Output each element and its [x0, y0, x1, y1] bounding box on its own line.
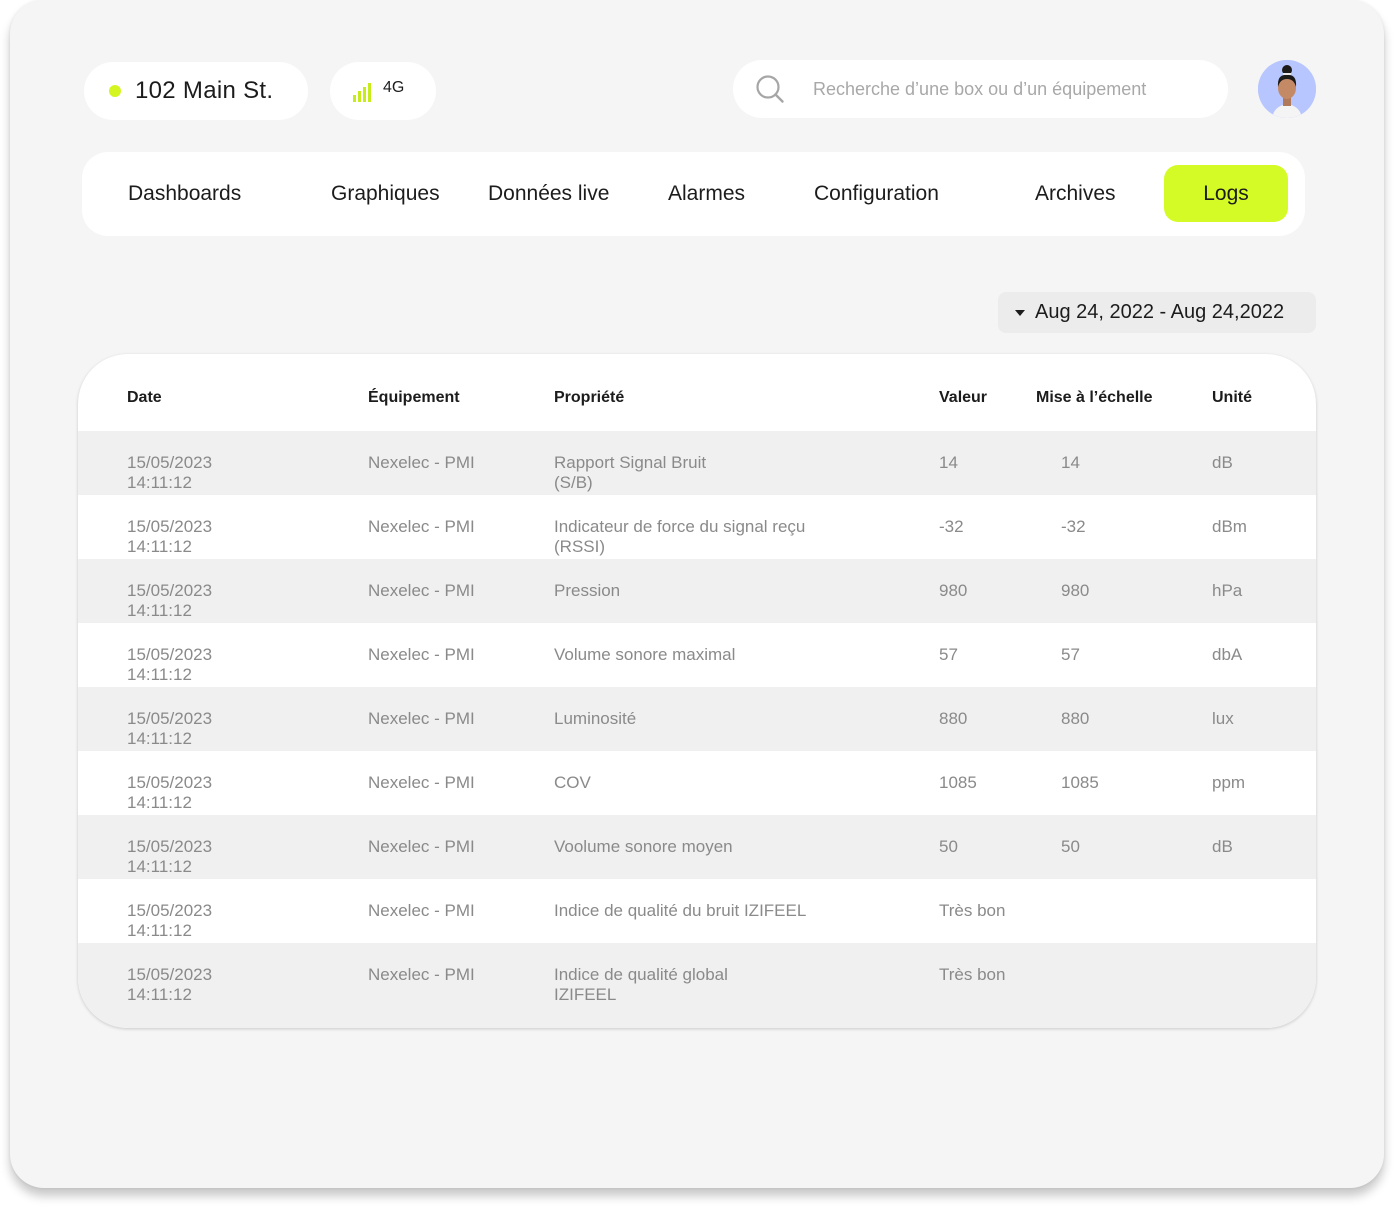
cell-equipment: Nexelec - PMI — [368, 709, 475, 728]
network-status: 4G — [330, 62, 436, 120]
logs-table: Date Équipement Propriété Valeur Mise à … — [78, 354, 1316, 1028]
cell-scaled: 1085 — [1061, 773, 1099, 792]
cell-unit: dbA — [1212, 645, 1243, 664]
cell-value: 980 — [939, 581, 968, 600]
cell-date: 15/05/2023 14:11:12 — [127, 581, 213, 620]
cell-unit: lux — [1212, 709, 1234, 728]
table-row[interactable]: 15/05/2023 14:11:12 Nexelec - PMI Volume… — [78, 623, 1316, 687]
avatar-image — [1258, 60, 1316, 118]
signal-bars-icon — [353, 82, 371, 102]
cell-date: 15/05/2023 14:11:12 — [127, 773, 213, 812]
table-row[interactable]: 15/05/2023 14:11:12 Nexelec - PMI Lumino… — [78, 687, 1316, 751]
column-header-property[interactable]: Propriété — [554, 389, 624, 407]
cell-value: 57 — [939, 645, 958, 664]
cell-scaled: 14 — [1061, 453, 1080, 472]
cell-equipment: Nexelec - PMI — [368, 517, 475, 536]
cell-equipment: Nexelec - PMI — [368, 773, 475, 792]
cell-scaled: 57 — [1061, 645, 1080, 664]
cell-value: Très bon — [939, 901, 1006, 920]
cell-property: COV — [554, 773, 591, 792]
table-row[interactable]: 15/05/2023 14:11:12 Nexelec - PMI Indice… — [78, 943, 1316, 1028]
table-row[interactable]: 15/05/2023 14:11:12 Nexelec - PMI Indica… — [78, 495, 1316, 559]
caret-down-icon — [1015, 309, 1025, 316]
cell-property: Pression — [554, 581, 621, 600]
cell-date: 15/05/2023 14:11:12 — [127, 517, 213, 556]
cell-property: Indicateur de force du signal reçu (RSSI… — [554, 517, 806, 556]
cell-equipment: Nexelec - PMI — [368, 965, 475, 984]
status-dot-icon — [109, 85, 121, 97]
cell-equipment: Nexelec - PMI — [368, 837, 475, 856]
cell-unit: dB — [1212, 837, 1233, 856]
user-avatar[interactable] — [1258, 60, 1316, 118]
cell-value: 50 — [939, 837, 958, 856]
cell-equipment: Nexelec - PMI — [368, 901, 475, 920]
cell-property: Rapport Signal Bruit (S/B) — [554, 453, 707, 492]
cell-date: 15/05/2023 14:11:12 — [127, 453, 213, 492]
cell-date: 15/05/2023 14:11:12 — [127, 709, 213, 748]
column-header-value[interactable]: Valeur — [939, 389, 987, 407]
cell-value: -32 — [939, 517, 964, 536]
cell-property: Indice de qualité du bruit IZIFEEL — [554, 901, 807, 920]
column-header-unit[interactable]: Unité — [1212, 389, 1252, 407]
column-header-date[interactable]: Date — [127, 389, 162, 407]
tab-alarmes[interactable]: Alarmes — [668, 165, 745, 222]
table-row[interactable]: 15/05/2023 14:11:12 Nexelec - PMI Voolum… — [78, 815, 1316, 879]
tab-configuration[interactable]: Configuration — [814, 165, 939, 222]
cell-unit: hPa — [1212, 581, 1243, 600]
cell-scaled: 50 — [1061, 837, 1080, 856]
tab-graphiques[interactable]: Graphiques — [331, 165, 440, 222]
cell-date: 15/05/2023 14:11:12 — [127, 837, 213, 876]
cell-equipment: Nexelec - PMI — [368, 581, 475, 600]
cell-unit: dBm — [1212, 517, 1247, 536]
cell-value: Très bon — [939, 965, 1006, 984]
cell-property: Indice de qualité global IZIFEEL — [554, 965, 728, 1004]
table-header: Date Équipement Propriété Valeur Mise à … — [78, 354, 1316, 431]
search-bar[interactable] — [733, 60, 1228, 118]
cell-equipment: Nexelec - PMI — [368, 453, 475, 472]
table-row[interactable]: 15/05/2023 14:11:12 Nexelec - PMI Pressi… — [78, 559, 1316, 623]
cell-property: Luminosité — [554, 709, 637, 728]
column-header-scaled[interactable]: Mise à l’échelle — [1036, 389, 1153, 407]
main-nav: Dashboards Graphiques Données live Alarm… — [82, 152, 1305, 236]
cell-scaled: 880 — [1061, 709, 1090, 728]
tab-donnees-live[interactable]: Données live — [488, 165, 609, 222]
date-range-picker[interactable]: Aug 24, 2022 - Aug 24,2022 — [998, 292, 1316, 333]
cell-value: 880 — [939, 709, 968, 728]
table-row[interactable]: 15/05/2023 14:11:12 Nexelec - PMI Indice… — [78, 879, 1316, 943]
location-name: 102 Main St. — [135, 77, 274, 104]
cell-property: Voolume sonore moyen — [554, 837, 733, 856]
network-type: 4G — [383, 79, 405, 96]
cell-scaled: 980 — [1061, 581, 1090, 600]
cell-scaled: -32 — [1061, 517, 1086, 536]
cell-property: Volume sonore maximal — [554, 645, 736, 664]
table-row[interactable]: 15/05/2023 14:11:12 Nexelec - PMI COV 10… — [78, 751, 1316, 815]
cell-equipment: Nexelec - PMI — [368, 645, 475, 664]
search-icon — [756, 75, 784, 103]
date-range-label: Aug 24, 2022 - Aug 24,2022 — [1035, 301, 1285, 323]
cell-value: 1085 — [939, 773, 977, 792]
tab-logs[interactable]: Logs — [1164, 165, 1288, 222]
cell-unit: dB — [1212, 453, 1233, 472]
search-input[interactable] — [813, 78, 1213, 100]
cell-date: 15/05/2023 14:11:12 — [127, 901, 213, 940]
column-header-equipment[interactable]: Équipement — [368, 389, 460, 407]
tab-archives[interactable]: Archives — [1035, 165, 1116, 222]
cell-date: 15/05/2023 14:11:12 — [127, 645, 213, 684]
table-row[interactable]: 15/05/2023 14:11:12 Nexelec - PMI Rappor… — [78, 431, 1316, 495]
tab-dashboards[interactable]: Dashboards — [128, 165, 241, 222]
cell-date: 15/05/2023 14:11:12 — [127, 965, 213, 1004]
cell-value: 14 — [939, 453, 958, 472]
location-selector[interactable]: 102 Main St. — [84, 62, 308, 120]
cell-unit: ppm — [1212, 773, 1246, 792]
